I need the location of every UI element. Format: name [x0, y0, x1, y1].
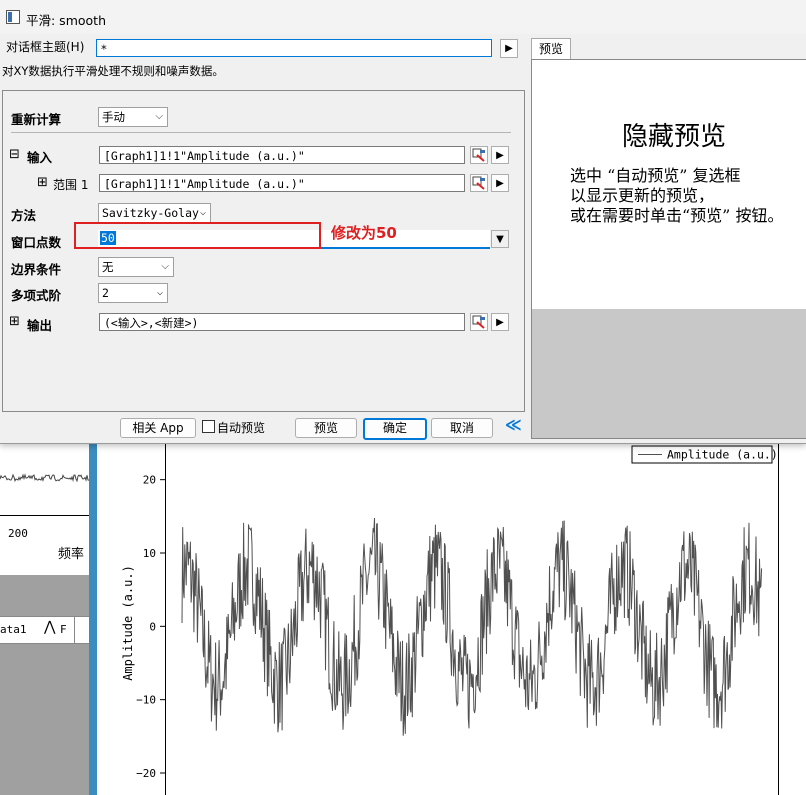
range-field[interactable]: [Graph1]1!1"Amplitude (a.u.)" [99, 174, 465, 192]
output-label: 输出 [27, 318, 53, 333]
left-graph-tick: 200 [8, 527, 28, 540]
window-points-dropdown[interactable]: ▼ [491, 230, 509, 248]
plot-frame [165, 443, 779, 795]
worksheet-area [0, 575, 92, 795]
play-arrow-icon: ▶ [496, 178, 504, 189]
input-field[interactable]: [Graph1]1!1"Amplitude (a.u.)" [99, 146, 465, 164]
settings-panel: 重新计算 手动 ⌵ ⊟ 输入 [Graph1]1!1"Amplitude (a.u… [2, 90, 525, 412]
play-arrow-icon: ▶ [505, 43, 513, 54]
boundary-label: 边界条件 [11, 262, 62, 277]
sheet-tab-data1[interactable]: ata1 [0, 623, 27, 636]
title-bar: 平滑: smooth [0, 0, 806, 34]
collapse-preview-icon[interactable]: ≪ [505, 415, 522, 434]
app-icon [6, 10, 20, 24]
chevron-down-icon: ⌵ [155, 111, 163, 122]
chevron-down-icon: ⌵ [156, 287, 163, 298]
divider [11, 132, 511, 133]
output-select-button[interactable] [470, 313, 488, 331]
window-points-label: 窗口点数 [11, 235, 62, 250]
method-value: Savitzky-Golay [102, 206, 199, 220]
preview-line-3: 或在需要时单击“预览” 按钮。 [570, 206, 784, 225]
poly-order-value: 2 [102, 286, 109, 300]
y-tick-label: −10 [136, 694, 156, 707]
preview-line-2: 以显示更新的预览， [570, 186, 715, 205]
tab-divider [74, 617, 75, 643]
boundary-value: 无 [102, 260, 114, 274]
preview-gray-area [532, 309, 806, 438]
input-select-button[interactable] [470, 146, 488, 164]
chevron-down-icon: ⌵ [199, 207, 206, 218]
annotation-text: 修改为50 [331, 224, 397, 242]
left-graph-xlabel: 频率 [58, 547, 85, 562]
poly-order-select[interactable]: 2 ⌵ [98, 283, 168, 303]
input-menu-button[interactable]: ▶ [491, 146, 509, 164]
recalc-select[interactable]: 手动 ⌵ [98, 107, 168, 127]
dialog-theme-label: 对话框主题(H) [6, 40, 85, 54]
tab-preview[interactable]: 预览 [531, 38, 571, 59]
input-expand-icon[interactable]: ⊟ [9, 147, 20, 162]
chevron-down-icon: ⌵ [161, 261, 169, 272]
window-title: 平滑: smooth [26, 13, 106, 28]
preview-button[interactable]: 预览 [295, 418, 357, 438]
dialog-theme-field[interactable]: * [96, 39, 492, 57]
preview-title: 隐藏预览 [622, 122, 727, 152]
worksheet-tabs: ata1 ⋀ F [0, 616, 92, 644]
boundary-select[interactable]: 无 ⌵ [98, 257, 174, 277]
caret-down-icon: ▼ [496, 234, 504, 245]
output-field[interactable]: (<输入>,<新建>) [99, 313, 465, 331]
auto-preview-label: 自动预览 [217, 421, 266, 435]
window-splitter[interactable] [89, 443, 97, 795]
recalc-label: 重新计算 [11, 112, 62, 127]
recalc-value: 手动 [102, 110, 125, 124]
range-label: 范围 1 [53, 178, 89, 192]
range-expand-icon[interactable]: ⊞ [37, 175, 48, 190]
related-app-button[interactable]: 相关 App [120, 418, 196, 438]
input-label: 输入 [27, 150, 53, 165]
method-label: 方法 [11, 208, 37, 223]
annotation-highlight-box [74, 222, 321, 249]
left-graph-trace [0, 473, 89, 483]
play-arrow-icon: ▶ [496, 317, 504, 328]
data-select-icon [472, 176, 485, 190]
preview-message: 选中 “自动预览” 复选框 以显示更新的预览， 或在需要时单击“预览” 按钮。 [570, 166, 783, 226]
output-expand-icon[interactable]: ⊞ [9, 314, 20, 329]
y-tick-label: 10 [143, 547, 156, 560]
auto-preview-checkbox[interactable] [202, 420, 215, 433]
y-axis-label: Amplitude (a.u.) [121, 565, 135, 681]
y-tick-label: −20 [136, 767, 156, 780]
play-arrow-icon: ▶ [496, 150, 504, 161]
cancel-button[interactable]: 取消 [431, 418, 493, 438]
preview-line-1: 选中 “自动预览” 复选框 [570, 166, 741, 185]
output-menu-button[interactable]: ▶ [491, 313, 509, 331]
dialog-description: 对XY数据执行平滑处理不规则和噪声数据。 [2, 64, 224, 78]
smooth-dialog: 平滑: smooth 对话框主题(H) * ▶ 对XY数据执行平滑处理不规则和噪… [0, 0, 806, 444]
range-select-button[interactable] [470, 174, 488, 192]
sheet-tab-f[interactable]: F [60, 623, 67, 636]
ok-button[interactable]: 确定 [363, 418, 427, 440]
theme-menu-button[interactable]: ▶ [500, 39, 518, 58]
preview-pane: 隐藏预览 选中 “自动预览” 复选框 以显示更新的预览， 或在需要时单击“预览”… [531, 59, 806, 439]
left-graph-axis [0, 515, 89, 516]
poly-order-label: 多项式阶 [11, 288, 62, 303]
y-tick-label: 0 [149, 620, 156, 633]
range-menu-button[interactable]: ▶ [491, 174, 509, 192]
data-select-icon [472, 315, 485, 329]
method-select[interactable]: Savitzky-Golay ⌵ [98, 203, 211, 223]
tab-separator-icon: ⋀ [44, 619, 56, 635]
data-select-icon [472, 148, 485, 162]
y-tick-label: 20 [143, 474, 156, 487]
